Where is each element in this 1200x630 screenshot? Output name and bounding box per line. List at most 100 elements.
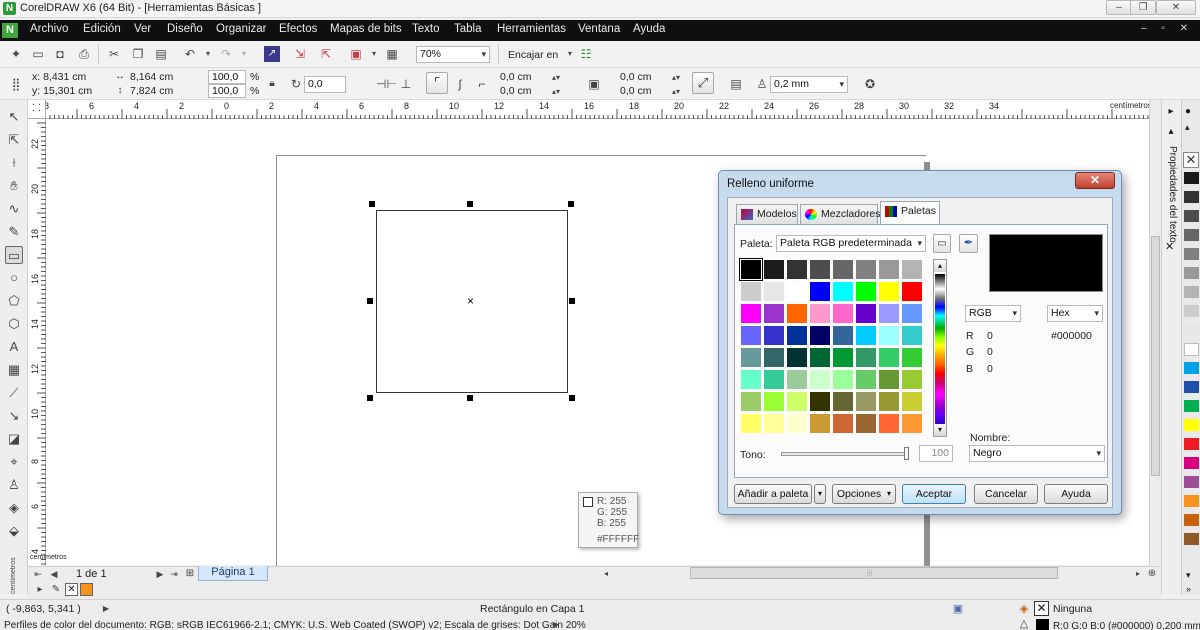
scale-height-input[interactable]: 100,0 (208, 84, 246, 98)
paste-icon[interactable]: ▤ (153, 46, 169, 62)
palette-swatch[interactable] (1184, 248, 1199, 261)
ruler-origin-icon[interactable]: ⸬ (28, 100, 46, 119)
menu-edicion[interactable]: Edición (83, 23, 121, 35)
palette-swatch[interactable] (1184, 457, 1199, 470)
menu-herramientas[interactable]: Herramientas (497, 23, 566, 35)
color-settings-icon[interactable]: ▣ (950, 601, 966, 617)
first-page-icon[interactable]: ⇤ (30, 567, 46, 581)
minimize-button[interactable]: ‒ (1106, 0, 1132, 15)
eyedropper-button[interactable]: ✒ (959, 234, 978, 253)
color-swatch[interactable] (786, 325, 808, 346)
dimension-tool-icon[interactable]: ⟋ (5, 384, 23, 402)
palette-spectrum[interactable] (935, 274, 945, 424)
wrap-text-icon[interactable]: ▤ (728, 76, 744, 92)
orange-swatch[interactable] (80, 583, 93, 596)
application-launcher-icon[interactable]: ▣ (348, 46, 364, 62)
color-swatch[interactable] (901, 303, 923, 324)
object-origin-icon[interactable]: ⣿ (8, 76, 24, 92)
color-swatch[interactable] (740, 347, 762, 368)
pick-tool-icon[interactable]: ↖ (5, 108, 23, 126)
selection-handle[interactable] (467, 395, 473, 401)
color-model-select[interactable]: RGB (965, 305, 1021, 322)
corner-radius-top-left[interactable]: 0,0 cm (500, 71, 532, 83)
document-window-controls[interactable]: ‒ ▫ ✕ (1141, 23, 1194, 34)
crop-tool-icon[interactable]: ⟊ (5, 154, 23, 172)
menu-ayuda[interactable]: Ayuda (633, 23, 665, 35)
outline-pen-icon[interactable]: ♙ (5, 476, 23, 494)
color-swatch[interactable] (763, 369, 785, 390)
round-corner-button[interactable]: ⌜ (426, 72, 448, 94)
rectangle-tool-icon[interactable]: ▭ (5, 246, 23, 264)
palette-swatch[interactable] (1184, 476, 1199, 489)
welcome-screen-icon[interactable]: ▦ (384, 46, 400, 62)
color-swatch[interactable] (740, 325, 762, 346)
export-icon[interactable]: ⇱ (318, 46, 334, 62)
zoom-level-select[interactable]: 70% (416, 46, 490, 63)
search-content-icon[interactable]: ↗ (264, 46, 280, 62)
smart-fill-icon[interactable]: ✎ (5, 223, 23, 241)
color-swatch[interactable] (878, 259, 900, 280)
menu-tabla[interactable]: Tabla (454, 23, 482, 35)
palette-swatch[interactable] (1184, 286, 1199, 299)
blend-tool-icon[interactable]: ◪ (5, 430, 23, 448)
tint-slider-thumb[interactable] (904, 447, 909, 460)
color-swatch[interactable] (832, 259, 854, 280)
color-swatch[interactable] (809, 391, 831, 412)
color-swatch[interactable] (786, 413, 808, 434)
tab-paletas[interactable]: Paletas (880, 201, 940, 225)
palette-select[interactable]: Paleta RGB predeterminada (776, 235, 926, 252)
cancel-button[interactable]: Cancelar (974, 484, 1038, 504)
palette-swatch[interactable] (1184, 324, 1199, 337)
prev-page-icon[interactable]: ◀ (46, 567, 62, 581)
spinner-icon[interactable]: ▴▾ (670, 84, 682, 96)
palette-up-icon[interactable]: ▴ (1185, 122, 1190, 133)
x-position-value[interactable]: x: 8,431 cm (32, 71, 86, 83)
color-swatch[interactable] (809, 325, 831, 346)
selection-handle[interactable] (369, 201, 375, 207)
restore-button[interactable]: ❐ (1130, 0, 1156, 15)
horizontal-scrollbar[interactable]: ⦙⦙⦙ (690, 567, 1058, 579)
menu-archivo[interactable]: Archivo (30, 23, 68, 35)
table-tool-icon[interactable]: ▦ (5, 361, 23, 379)
palette-swatch[interactable] (1184, 362, 1199, 375)
status-expand-icon[interactable]: ▶ (98, 601, 114, 617)
palette-menu-icon[interactable]: ▸ (32, 582, 48, 598)
redo-icon[interactable]: ↷ (218, 46, 234, 62)
add-to-palette-dropdown[interactable]: ▾ (814, 484, 826, 504)
selection-handle[interactable] (367, 395, 373, 401)
menu-ventana[interactable]: Ventana (578, 23, 620, 35)
color-swatch[interactable] (855, 281, 877, 302)
tint-slider[interactable] (781, 447, 909, 460)
text-tool-icon[interactable]: A (5, 338, 23, 356)
relative-corner-scaling-button[interactable]: ⤢ (692, 72, 714, 94)
selection-handle[interactable] (569, 395, 575, 401)
eyedropper-icon[interactable]: ✎ (48, 582, 64, 598)
add-to-palette-button[interactable]: Añadir a paleta (734, 484, 812, 504)
docker-arrow-icon[interactable]: ▸ (1165, 106, 1177, 118)
color-swatch[interactable] (878, 369, 900, 390)
menu-texto[interactable]: Texto (412, 23, 440, 35)
selection-handle[interactable] (568, 201, 574, 207)
tab-modelos[interactable]: Modelos (736, 204, 798, 224)
scalloped-corner-icon[interactable]: ʃ (452, 76, 468, 92)
palette-swatch[interactable] (1184, 438, 1199, 451)
interactive-fill-icon[interactable]: ⬙ (5, 522, 23, 540)
docker-hint-icon[interactable]: ▴ (1165, 126, 1177, 138)
color-swatch[interactable] (786, 391, 808, 412)
color-swatch[interactable] (809, 413, 831, 434)
color-swatch[interactable] (855, 347, 877, 368)
snap-to-label[interactable]: Encajar en (508, 49, 558, 61)
profile-arrow-icon[interactable]: ▶ (548, 617, 564, 630)
color-swatch[interactable] (786, 281, 808, 302)
palette-swatch[interactable] (1184, 495, 1199, 508)
redo-dropdown-icon[interactable]: ▾ (236, 46, 252, 62)
color-swatch[interactable] (901, 369, 923, 390)
cut-icon[interactable]: ✂ (106, 46, 122, 62)
color-swatch[interactable] (763, 413, 785, 434)
open-folder-icon[interactable]: ▭ (30, 46, 46, 62)
scroll-grip-icon[interactable]: ⦙⦙⦙ (867, 569, 872, 579)
color-swatch[interactable] (763, 391, 785, 412)
scroll-left-icon[interactable]: ◂ (598, 567, 614, 581)
color-swatch[interactable] (855, 259, 877, 280)
color-swatch[interactable] (832, 369, 854, 390)
